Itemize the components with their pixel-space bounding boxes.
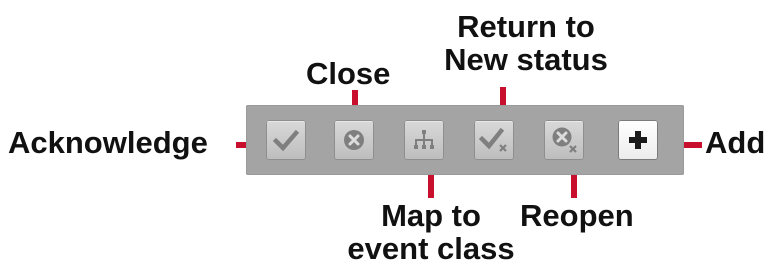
annotated-toolbar-diagram: Acknowledge Close Return to New status M… <box>0 0 771 269</box>
close-button[interactable] <box>334 120 374 160</box>
circle-x-small-x-icon <box>552 127 577 153</box>
acknowledge-button[interactable] <box>266 120 306 160</box>
add-button[interactable] <box>618 120 658 160</box>
label-acknowledge: Acknowledge <box>8 125 208 160</box>
checkmark-x-icon <box>479 127 507 152</box>
label-map-to-event-class-line1: Map to <box>381 198 481 233</box>
circle-x-icon <box>344 130 364 150</box>
return-to-new-status-button[interactable] <box>474 120 514 160</box>
label-return-to-new-status-line2: New status <box>444 42 608 77</box>
plus-icon <box>629 131 647 149</box>
label-close: Close <box>306 56 391 91</box>
label-map-to-event-class: Map to event class <box>333 199 529 265</box>
label-map-to-event-class-line2: event class <box>347 231 515 266</box>
reopen-button[interactable] <box>544 120 584 160</box>
map-to-event-class-button[interactable] <box>404 120 444 160</box>
label-return-to-new-status-line1: Return to <box>457 9 595 44</box>
label-add: Add <box>705 125 766 160</box>
label-reopen: Reopen <box>520 198 634 233</box>
event-action-toolbar <box>246 105 684 175</box>
hierarchy-icon <box>414 130 434 149</box>
label-return-to-new-status: Return to New status <box>434 10 618 76</box>
checkmark-icon <box>272 129 300 152</box>
